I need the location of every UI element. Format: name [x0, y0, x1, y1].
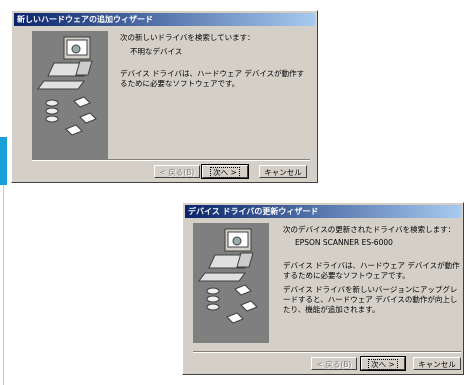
next-button[interactable]: 次へ >	[201, 164, 249, 179]
cancel-button[interactable]: キャンセル	[413, 357, 461, 370]
computer-cd-illustration-icon	[37, 36, 97, 136]
upgrade-description: デバイス ドライバを新しいバージョンにアップグレードすると、ハードウェア デバイ…	[283, 285, 458, 314]
back-button[interactable]: < 戻る(B)	[311, 357, 357, 370]
wizard-image	[32, 31, 108, 161]
divider-line	[3, 185, 4, 385]
button-separator	[193, 351, 461, 353]
driver-description: デバイス ドライバは、ハードウェア デバイスが動作するために必要なソフトウェアで…	[283, 261, 460, 280]
search-message: 次のデバイスの更新されたドライバを検索します：	[283, 225, 456, 234]
add-hardware-wizard-dialog: 新しいハードウェアの追加ウィザード 次の新しいドライバを検索しています： 不明な…	[11, 10, 318, 183]
search-message: 次の新しいドライバを検索しています：	[120, 33, 255, 42]
dialog-title: デバイス ドライバの更新ウィザード	[185, 205, 461, 218]
computer-cd-illustration-icon	[198, 228, 258, 324]
update-driver-wizard-dialog: デバイス ドライバの更新ウィザード 次のデバイスの更新されたドライバを検索します…	[182, 202, 464, 375]
back-button[interactable]: < 戻る(B)	[154, 165, 200, 178]
cancel-button[interactable]: キャンセル	[259, 165, 307, 178]
wizard-image	[193, 223, 269, 343]
device-name: EPSON SCANNER ES-6000	[295, 238, 393, 247]
next-button[interactable]: 次へ >	[360, 356, 406, 371]
next-button-label: 次へ >	[210, 167, 240, 178]
button-separator	[32, 159, 310, 161]
next-button-label: 次へ >	[368, 359, 398, 370]
driver-description: デバイス ドライバは、ハードウェア デバイスが動作するために必要なソフトウェアで…	[120, 69, 305, 88]
device-name: 不明なデバイス	[130, 47, 183, 56]
dialog-title: 新しいハードウェアの追加ウィザード	[14, 13, 315, 26]
accent-bar	[0, 137, 7, 185]
